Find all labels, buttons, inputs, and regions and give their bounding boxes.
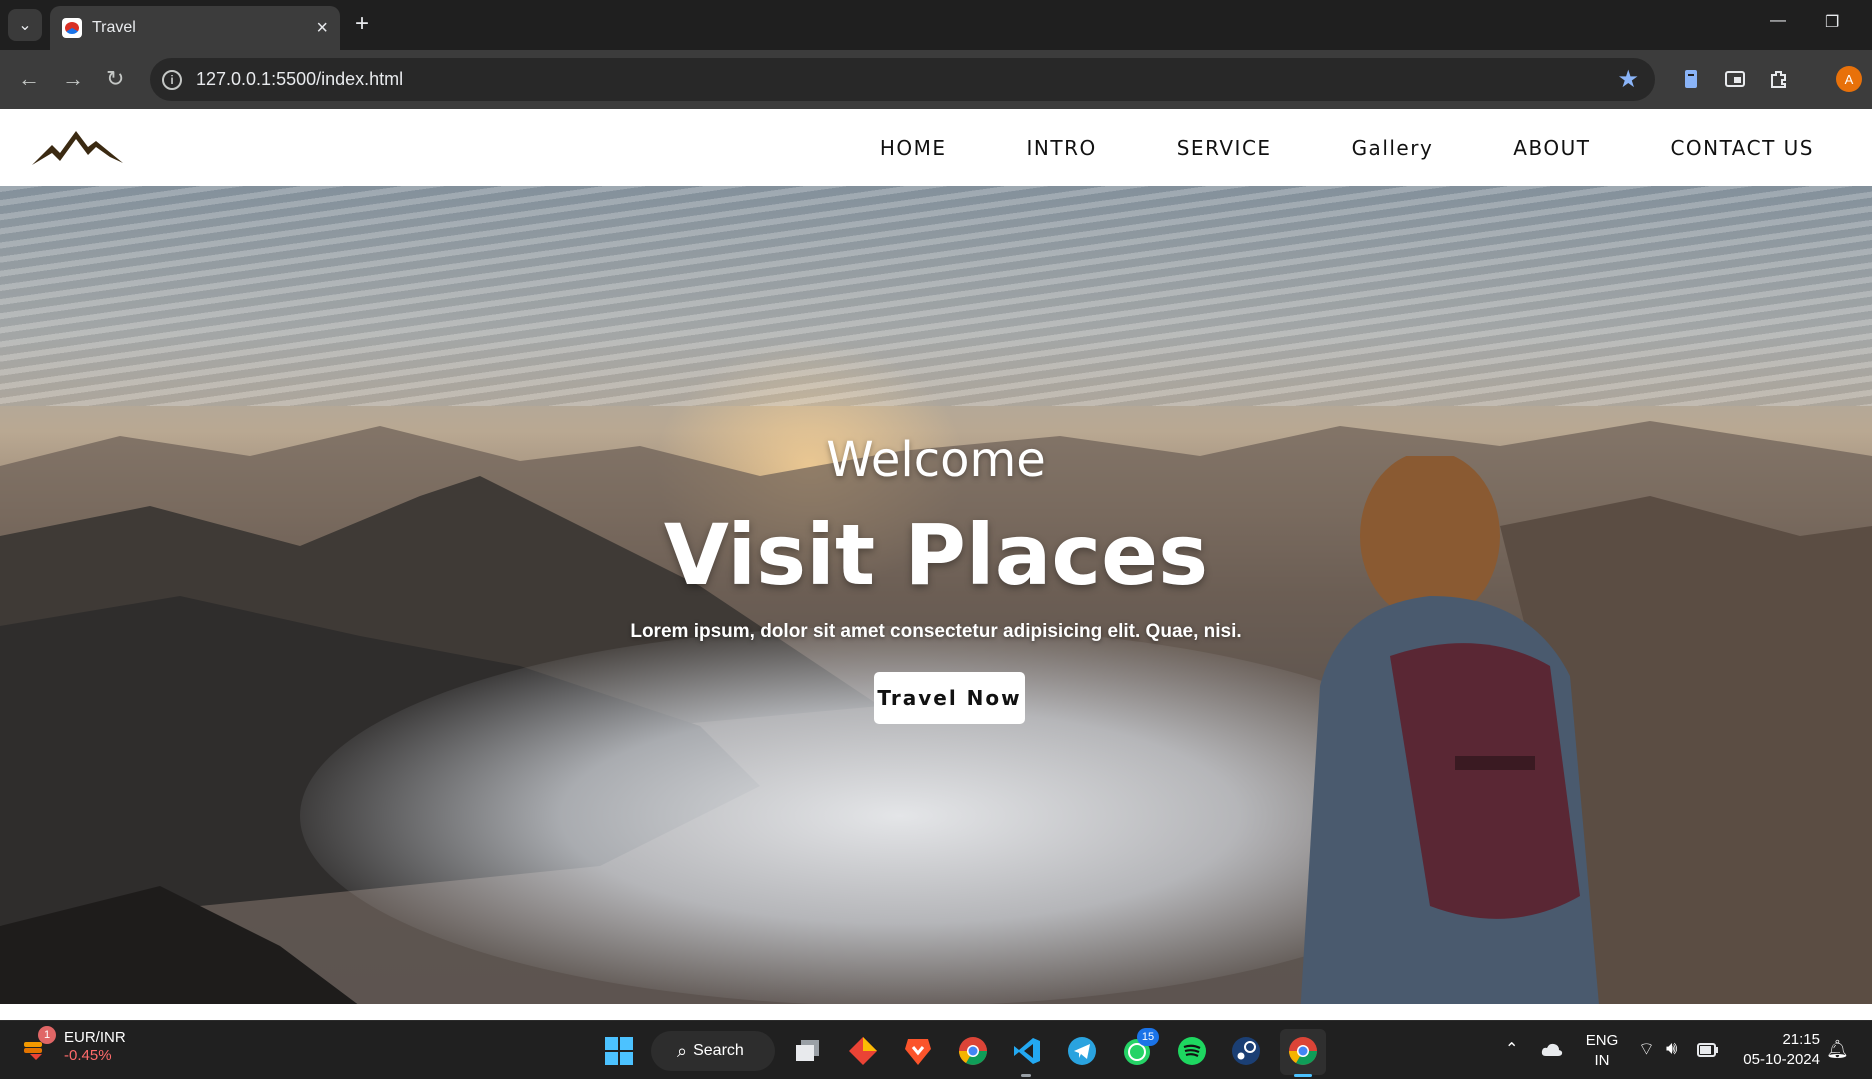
close-tab-icon[interactable]: × <box>316 18 328 38</box>
hero-content: Welcome Visit Places Lorem ipsum, dolor … <box>0 186 1872 1004</box>
active-indicator <box>1294 1074 1312 1077</box>
address-bar[interactable]: i 127.0.0.1:5500/index.html ★ <box>150 58 1655 101</box>
currency-chart-icon: 1 <box>22 1026 56 1062</box>
task-view-icon[interactable] <box>792 1035 824 1067</box>
restore-window-icon[interactable]: ❐ <box>1825 12 1839 32</box>
lang-bottom: IN <box>1594 1052 1610 1069</box>
vscode-icon[interactable] <box>1011 1035 1043 1067</box>
currency-widget[interactable]: 1 EUR/INR -0.45% <box>22 1026 126 1065</box>
wifi-icon[interactable]: ⌔ <box>1638 1038 1655 1061</box>
lang-top: ENG <box>1585 1032 1619 1049</box>
hero-title: Visit Places <box>663 506 1209 604</box>
battery-icon[interactable] <box>1697 1043 1719 1057</box>
search-label: Search <box>693 1042 744 1059</box>
site-favicon-icon <box>62 18 82 38</box>
nav-gallery[interactable]: Gallery <box>1352 136 1434 160</box>
hero-welcome-text: Welcome <box>826 432 1046 488</box>
whatsapp-badge: 15 <box>1137 1028 1159 1046</box>
app-diamond-icon[interactable] <box>847 1035 879 1067</box>
new-tab-button[interactable]: + <box>355 12 369 36</box>
windows-taskbar: 1 EUR/INR -0.45% ⌕ Search 15 ⌃ ENG IN ⌔ … <box>0 1020 1872 1079</box>
forward-icon[interactable]: → <box>62 66 84 92</box>
nav-contact-us[interactable]: CONTACT US <box>1670 136 1814 160</box>
site-header: HOME INTRO SERVICE Gallery ABOUT CONTACT… <box>0 109 1872 186</box>
widget-title: EUR/INR <box>64 1029 126 1046</box>
clock-date: 05-10-2024 <box>1743 1051 1820 1068</box>
system-clock[interactable]: 21:15 05-10-2024 <box>1736 1030 1820 1070</box>
volume-icon[interactable]: 🔊︎ <box>1666 1038 1677 1059</box>
chrome-icon[interactable] <box>957 1035 989 1067</box>
nav-about[interactable]: ABOUT <box>1513 136 1590 160</box>
steam-icon[interactable] <box>1230 1035 1262 1067</box>
main-nav: HOME INTRO SERVICE Gallery ABOUT CONTACT… <box>800 109 1814 186</box>
bookmark-star-icon[interactable]: ★ <box>1617 65 1639 94</box>
chrome-profile-icon[interactable] <box>1287 1035 1319 1067</box>
extensions-puzzle-icon[interactable] <box>1768 68 1790 90</box>
running-indicator <box>1021 1074 1031 1077</box>
web-page: HOME INTRO SERVICE Gallery ABOUT CONTACT… <box>0 109 1872 1020</box>
extension-docs-icon[interactable] <box>1680 68 1702 90</box>
onedrive-cloud-icon[interactable] <box>1541 1041 1563 1057</box>
minimize-icon[interactable]: — <box>1770 12 1786 30</box>
taskbar-search[interactable]: ⌕ Search <box>651 1031 775 1071</box>
widget-value: -0.45% <box>64 1047 112 1064</box>
windows-start-icon[interactable] <box>603 1035 635 1067</box>
widget-badge: 1 <box>38 1026 56 1044</box>
tab-title: Travel <box>92 19 136 36</box>
mountain-logo-icon[interactable] <box>30 125 125 167</box>
search-icon: ⌕ <box>677 1040 688 1061</box>
tab-search-button[interactable]: ⌄ <box>8 9 42 41</box>
travel-now-button[interactable]: Travel Now <box>874 672 1025 724</box>
spotify-icon[interactable] <box>1176 1035 1208 1067</box>
browser-toolbar: ← → ↻ i 127.0.0.1:5500/index.html ★ <box>0 50 1872 109</box>
back-icon[interactable]: ← <box>18 66 40 92</box>
telegram-icon[interactable] <box>1066 1035 1098 1067</box>
extension-window-icon[interactable] <box>1724 68 1746 90</box>
browser-tab-active[interactable]: Travel × <box>50 6 340 50</box>
profile-avatar[interactable]: A <box>1836 66 1862 92</box>
clock-time: 21:15 <box>1782 1031 1820 1048</box>
nav-home[interactable]: HOME <box>880 136 947 160</box>
hero-section: Welcome Visit Places Lorem ipsum, dolor … <box>0 186 1872 1004</box>
hero-subtitle: Lorem ipsum, dolor sit amet consectetur … <box>630 621 1242 642</box>
notification-bell-icon[interactable]: 🔔︎ <box>1826 1039 1849 1060</box>
site-info-icon[interactable]: i <box>162 69 182 90</box>
nav-service[interactable]: SERVICE <box>1177 136 1272 160</box>
reload-icon[interactable]: ↻ <box>106 66 124 92</box>
browser-tab-strip: ⌄ Travel × + — ❐ <box>0 0 1872 50</box>
language-indicator[interactable]: ENG IN <box>1584 1031 1620 1071</box>
url-text[interactable]: 127.0.0.1:5500/index.html <box>196 69 1617 90</box>
chevron-up-icon[interactable]: ⌃ <box>1505 1039 1518 1059</box>
brave-browser-icon[interactable] <box>902 1035 934 1067</box>
nav-intro[interactable]: INTRO <box>1027 136 1097 160</box>
chevron-down-icon: ⌄ <box>18 17 32 34</box>
